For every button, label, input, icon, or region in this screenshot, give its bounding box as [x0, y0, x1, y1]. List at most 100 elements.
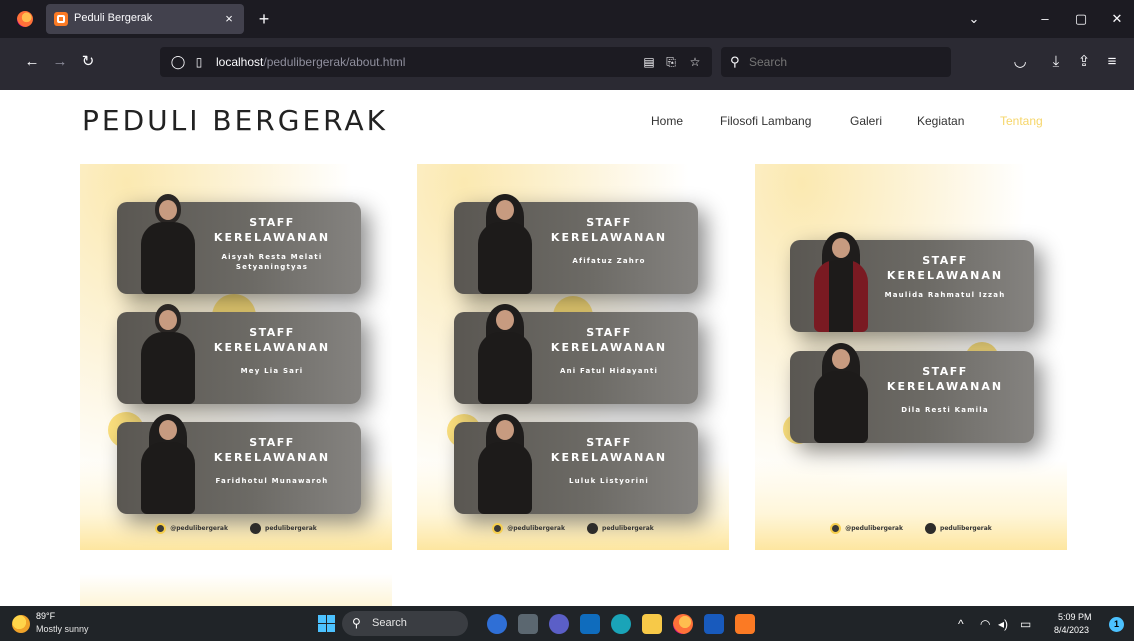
- staff-card: STAFF KERELAWANAN Luluk Listyorini: [454, 414, 698, 514]
- poster-footer: @pedulibergerak pedulibergerak: [80, 522, 392, 536]
- share-icon[interactable]: ⇪: [1072, 50, 1096, 74]
- clock-time[interactable]: 5:09 PM: [1058, 612, 1092, 622]
- staff-photo: [135, 414, 201, 514]
- staff-photo: [472, 414, 538, 514]
- hamburger-menu-icon[interactable]: ≡: [1100, 50, 1124, 74]
- translate-page-icon[interactable]: ⎘: [662, 54, 680, 70]
- staff-card-text: STAFF KERELAWANAN Maulida Rahmatul Izzah: [870, 254, 1020, 300]
- staff-photo: [135, 304, 201, 404]
- tiktok-handle-text: pedulibergerak: [940, 525, 992, 532]
- staff-name: Luluk Listyorini: [568, 477, 650, 485]
- nav-link-galeri[interactable]: Galeri: [850, 114, 882, 128]
- staff-name: Ani Fatul Hidayanti: [559, 367, 659, 375]
- task-view-icon[interactable]: [518, 614, 538, 634]
- browser-tab[interactable]: Peduli Bergerak ×: [46, 4, 244, 34]
- downloads-icon[interactable]: ⤓: [1044, 50, 1068, 74]
- start-button[interactable]: [318, 615, 335, 632]
- staff-role-line1: STAFF: [249, 436, 295, 449]
- instagram-handle-text: @pedulibergerak: [507, 525, 565, 532]
- staff-card-text: STAFF KERELAWANAN Ani Fatul Hidayanti: [534, 326, 684, 376]
- windows-taskbar: 89°F Mostly sunny ⚲ Search ^ ◠ ◂) ▭ 5:09…: [0, 606, 1134, 641]
- taskbar-search[interactable]: ⚲ Search: [342, 611, 468, 636]
- reader-view-icon[interactable]: ▤: [640, 54, 658, 70]
- clock-date[interactable]: 8/4/2023: [1054, 625, 1089, 635]
- nav-link-tentang[interactable]: Tentang: [1000, 114, 1043, 128]
- weather-description[interactable]: Mostly sunny: [36, 624, 89, 634]
- wifi-icon[interactable]: ◠: [980, 617, 990, 631]
- firefox-app-icon[interactable]: [673, 614, 693, 634]
- staff-card-text: STAFF KERELAWANAN Aisyah Resta Melati Se…: [197, 216, 347, 272]
- url-text[interactable]: localhost/pedulibergerak/about.html: [216, 55, 405, 69]
- url-bar[interactable]: ◯ ▯ localhost/pedulibergerak/about.html …: [160, 47, 712, 77]
- browser-search-bar[interactable]: ⚲: [721, 47, 951, 77]
- site-header: PEDULI BERGERAK Home Filosofi Lambang Ga…: [0, 90, 1134, 154]
- staff-card-text: STAFF KERELAWANAN Afifatuz Zahro: [534, 216, 684, 266]
- bookmark-star-icon[interactable]: ☆: [686, 54, 704, 70]
- staff-card-text: STAFF KERELAWANAN Luluk Listyorini: [534, 436, 684, 486]
- staff-role-line1: STAFF: [586, 436, 632, 449]
- minimize-button[interactable]: –: [1034, 8, 1056, 30]
- mail-app-icon[interactable]: [580, 614, 600, 634]
- instagram-handle: @pedulibergerak: [492, 522, 565, 536]
- tab-title: Peduli Bergerak: [74, 12, 153, 24]
- edge-browser-icon[interactable]: [611, 614, 631, 634]
- bing-app-icon[interactable]: [487, 614, 507, 634]
- staff-role-line1: STAFF: [922, 254, 968, 267]
- instagram-icon: [155, 523, 167, 534]
- staff-card: STAFF KERELAWANAN Afifatuz Zahro: [454, 194, 698, 294]
- nav-link-filosofi-lambang[interactable]: Filosofi Lambang: [720, 114, 811, 128]
- browser-navbar: ← → ↻ ◯ ▯ localhost/pedulibergerak/about…: [0, 38, 1134, 90]
- team-poster-2: STAFF KERELAWANAN Afifatuz Zahro STAFF K…: [417, 164, 729, 550]
- instagram-handle: @pedulibergerak: [155, 522, 228, 536]
- tracking-shield-icon[interactable]: ◯: [170, 54, 186, 70]
- url-host: localhost: [216, 55, 264, 69]
- notification-badge[interactable]: 1: [1109, 617, 1124, 632]
- weather-temperature[interactable]: 89°F: [36, 611, 55, 621]
- reload-icon[interactable]: ↻: [76, 50, 100, 74]
- url-path: /pedulibergerak/about.html: [263, 55, 406, 69]
- staff-photo: [808, 232, 874, 332]
- pocket-icon[interactable]: ◡: [1008, 50, 1032, 74]
- teams-chat-icon[interactable]: [549, 614, 569, 634]
- weather-sun-icon[interactable]: [12, 615, 30, 633]
- taskbar-search-label: Search: [372, 617, 407, 629]
- maximize-button[interactable]: ▢: [1070, 8, 1092, 30]
- instagram-icon: [492, 523, 504, 534]
- list-all-tabs-chevron-icon[interactable]: ⌄: [963, 8, 985, 30]
- staff-photo: [808, 343, 874, 443]
- word-app-icon[interactable]: [704, 614, 724, 634]
- staff-name: Dila Resti Kamila: [901, 406, 989, 414]
- site-brand[interactable]: PEDULI BERGERAK: [82, 104, 388, 137]
- next-poster-peek: [80, 574, 392, 606]
- tiktok-handle: pedulibergerak: [587, 522, 654, 536]
- browser-search-input[interactable]: [749, 55, 929, 69]
- tab-close-icon[interactable]: ×: [220, 10, 238, 28]
- close-window-button[interactable]: ✕: [1106, 8, 1128, 30]
- staff-role-line2: KERELAWANAN: [550, 231, 668, 244]
- staff-card: STAFF KERELAWANAN Mey Lia Sari: [117, 304, 361, 404]
- volume-icon[interactable]: ◂): [998, 617, 1008, 631]
- forward-arrow-icon[interactable]: →: [48, 50, 72, 74]
- page-info-icon[interactable]: ▯: [192, 54, 206, 70]
- new-tab-button[interactable]: +: [253, 8, 275, 30]
- file-explorer-icon[interactable]: [642, 614, 662, 634]
- staff-name: Aisyah Resta Melati Setyaningtyas: [221, 253, 323, 271]
- firefox-logo-icon[interactable]: [17, 11, 33, 27]
- staff-photo: [135, 194, 201, 294]
- nav-link-kegiatan[interactable]: Kegiatan: [917, 114, 964, 128]
- nav-link-home[interactable]: Home: [651, 114, 683, 128]
- back-arrow-icon[interactable]: ←: [20, 50, 44, 74]
- team-poster-3: STAFF KERELAWANAN Maulida Rahmatul Izzah…: [755, 164, 1067, 550]
- staff-photo: [472, 194, 538, 294]
- staff-card-text: STAFF KERELAWANAN Faridhotul Munawaroh: [197, 436, 347, 486]
- staff-name: Maulida Rahmatul Izzah: [884, 291, 1006, 299]
- battery-icon[interactable]: ▭: [1020, 617, 1031, 631]
- staff-role-line1: STAFF: [922, 365, 968, 378]
- staff-role-line2: KERELAWANAN: [886, 269, 1004, 282]
- staff-card: STAFF KERELAWANAN Ani Fatul Hidayanti: [454, 304, 698, 404]
- staff-role-line1: STAFF: [249, 216, 295, 229]
- instagram-icon: [830, 523, 842, 534]
- xampp-app-icon[interactable]: [735, 614, 755, 634]
- staff-name: Faridhotul Munawaroh: [215, 477, 329, 485]
- tray-overflow-chevron-icon[interactable]: ^: [958, 617, 964, 631]
